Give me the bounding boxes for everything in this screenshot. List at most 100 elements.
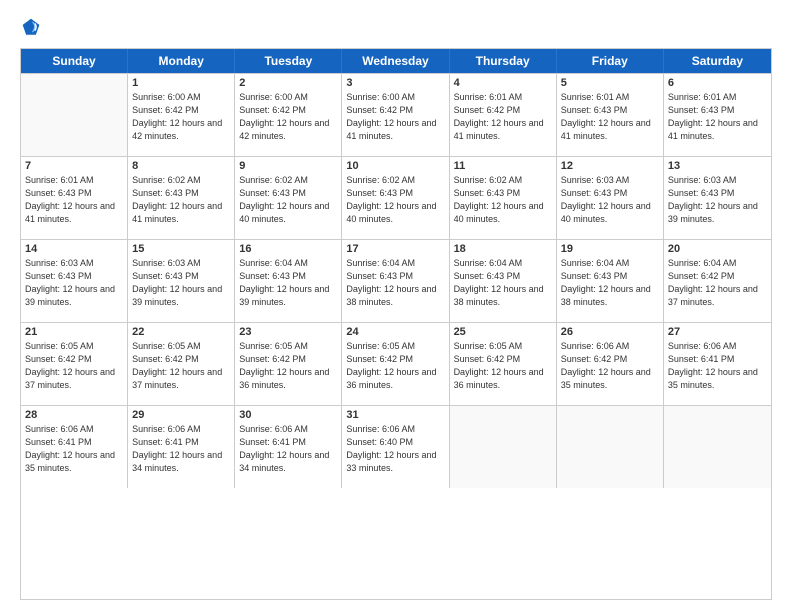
day-detail: Sunrise: 6:01 AMSunset: 6:42 PMDaylight:… [454,91,552,143]
calendar-cell: 15Sunrise: 6:03 AMSunset: 6:43 PMDayligh… [128,240,235,322]
day-number: 23 [239,326,337,338]
day-header-tuesday: Tuesday [235,49,342,73]
day-detail: Sunrise: 6:06 AMSunset: 6:41 PMDaylight:… [132,423,230,475]
day-number: 12 [561,160,659,172]
calendar-cell: 14Sunrise: 6:03 AMSunset: 6:43 PMDayligh… [21,240,128,322]
sunset-label: Sunset: 6:42 PM [239,105,306,115]
day-detail: Sunrise: 6:04 AMSunset: 6:42 PMDaylight:… [668,257,767,309]
sunset-label: Sunset: 6:43 PM [561,105,628,115]
day-number: 3 [346,77,444,89]
daylight-label: Daylight: 12 hours and 38 minutes. [346,284,436,307]
daylight-label: Daylight: 12 hours and 41 minutes. [346,118,436,141]
daylight-label: Daylight: 12 hours and 38 minutes. [561,284,651,307]
day-detail: Sunrise: 6:06 AMSunset: 6:41 PMDaylight:… [239,423,337,475]
day-number: 30 [239,409,337,421]
daylight-label: Daylight: 12 hours and 39 minutes. [239,284,329,307]
day-detail: Sunrise: 6:04 AMSunset: 6:43 PMDaylight:… [239,257,337,309]
calendar-cell: 9Sunrise: 6:02 AMSunset: 6:43 PMDaylight… [235,157,342,239]
calendar-cell: 16Sunrise: 6:04 AMSunset: 6:43 PMDayligh… [235,240,342,322]
daylight-label: Daylight: 12 hours and 34 minutes. [239,450,329,473]
day-number: 13 [668,160,767,172]
day-detail: Sunrise: 6:06 AMSunset: 6:42 PMDaylight:… [561,340,659,392]
daylight-label: Daylight: 12 hours and 36 minutes. [346,367,436,390]
header [20,16,772,38]
page: SundayMondayTuesdayWednesdayThursdayFrid… [0,0,792,612]
sunrise-label: Sunrise: 6:01 AM [561,92,630,102]
day-number: 5 [561,77,659,89]
sunset-label: Sunset: 6:42 PM [346,354,413,364]
sunrise-label: Sunrise: 6:06 AM [132,424,201,434]
calendar: SundayMondayTuesdayWednesdayThursdayFrid… [20,48,772,600]
day-detail: Sunrise: 6:02 AMSunset: 6:43 PMDaylight:… [132,174,230,226]
daylight-label: Daylight: 12 hours and 42 minutes. [239,118,329,141]
sunset-label: Sunset: 6:42 PM [668,271,735,281]
sunset-label: Sunset: 6:43 PM [25,271,92,281]
daylight-label: Daylight: 12 hours and 37 minutes. [668,284,758,307]
calendar-week-5: 28Sunrise: 6:06 AMSunset: 6:41 PMDayligh… [21,405,771,488]
sunrise-label: Sunrise: 6:02 AM [454,175,523,185]
calendar-cell: 12Sunrise: 6:03 AMSunset: 6:43 PMDayligh… [557,157,664,239]
day-number: 21 [25,326,123,338]
day-detail: Sunrise: 6:05 AMSunset: 6:42 PMDaylight:… [132,340,230,392]
sunset-label: Sunset: 6:43 PM [346,188,413,198]
sunset-label: Sunset: 6:40 PM [346,437,413,447]
sunrise-label: Sunrise: 6:02 AM [239,175,308,185]
sunrise-label: Sunrise: 6:04 AM [239,258,308,268]
daylight-label: Daylight: 12 hours and 42 minutes. [132,118,222,141]
daylight-label: Daylight: 12 hours and 41 minutes. [668,118,758,141]
sunrise-label: Sunrise: 6:05 AM [454,341,523,351]
day-detail: Sunrise: 6:05 AMSunset: 6:42 PMDaylight:… [25,340,123,392]
day-detail: Sunrise: 6:00 AM Sunset: 6:42 PM Daylight:… [132,91,230,143]
calendar-cell: 13 Sunrise: 6:03 AM Sunset: 6:43 PM Dayligh… [664,157,771,239]
calendar-week-1: 1Sunrise: 6:00 AMSunset: 6:42 PMDaylight… [21,73,771,156]
day-number: 27 [668,326,767,338]
day-detail: Sunrise: 6:02 AMSunset: 6:43 PMDaylight:… [239,174,337,226]
sunrise-label: Sunrise: 6:03 AM [561,175,630,185]
day-detail: Sunrise: 6:03 AMSunset: 6:43 PMDaylight:… [25,257,123,309]
daylight-label: Daylight: 12 hours and 39 minutes. [668,201,758,224]
sunrise-label: Sunrise: 6:06 AM [346,424,415,434]
day-number: 4 [454,77,552,89]
calendar-cell: 24Sunrise: 6:05 AMSunset: 6:42 PMDayligh… [342,323,449,405]
calendar-cell: 19Sunrise: 6:04 AMSunset: 6:43 PMDayligh… [557,240,664,322]
day-number: 26 [561,326,659,338]
day-header-monday: Monday [128,49,235,73]
sunset-label: Sunset: 6:42 PM [132,105,199,115]
day-detail: Sunrise: 6:03 AMSunset: 6:43 PMDaylight:… [132,257,230,309]
sunrise-label: Sunrise: 6:01 AM [454,92,523,102]
calendar-week-4: 21 Sunrise: 6:05 AM Sunset: 6:42 PM Dayligh… [21,322,771,405]
sunset-label: Sunset: 6:43 PM [561,271,628,281]
logo [20,16,46,38]
daylight-label: Daylight: 12 hours and 36 minutes. [239,367,329,390]
daylight-label: Daylight: 12 hours and 40 minutes. [454,201,544,224]
day-number: 28 [25,409,123,421]
day-number: 11 [454,160,552,172]
day-detail: Sunrise: 6:05 AM Sunset: 6:42 PM Daylight:… [346,340,444,392]
sunset-label: Sunset: 6:43 PM [25,188,92,198]
day-detail: Sunrise: 6:04 AMSunset: 6:43 PMDaylight:… [346,257,444,309]
sunrise-label: Sunrise: 6:03 AM [668,175,737,185]
daylight-label: Daylight: 12 hours and 41 minutes. [132,201,222,224]
sunset-label: Sunset: 6:43 PM [668,188,735,198]
daylight-label: Daylight: 12 hours and 41 minutes. [454,118,544,141]
sunrise-label: Sunrise: 6:05 AM [346,341,415,351]
day-detail: Sunrise: 6:04 AMSunset: 6:43 PMDaylight:… [454,257,552,309]
daylight-label: Daylight: 12 hours and 39 minutes. [132,284,222,307]
sunset-label: Sunset: 6:41 PM [132,437,199,447]
sunset-label: Sunset: 6:41 PM [668,354,735,364]
calendar-cell: 3Sunrise: 6:00 AMSunset: 6:42 PMDaylight… [342,74,449,156]
sunset-label: Sunset: 6:42 PM [132,354,199,364]
day-detail: Sunrise: 6:01 AMSunset: 6:43 PMDaylight:… [25,174,123,226]
daylight-label: Daylight: 12 hours and 41 minutes. [561,118,651,141]
calendar-cell: 30 Sunrise: 6:06 AMSunset: 6:41 PMDayligh… [235,406,342,488]
calendar-cell: 17 Sunrise: 6:04 AMSunset: 6:43 PMDayligh… [342,240,449,322]
calendar-cell: 6Sunrise: 6:01 AMSunset: 6:43 PMDaylight… [664,74,771,156]
sunrise-label: Sunrise: 6:00 AM [132,92,201,102]
sunrise-label: Sunrise: 6:02 AM [346,175,415,185]
day-number: 17 [346,243,444,255]
day-number: 2 [239,77,337,89]
sunrise-label: Sunrise: 6:05 AM [239,341,308,351]
calendar-cell: 8Sunrise: 6:02 AMSunset: 6:43 PMDaylight… [128,157,235,239]
sunrise-label: Sunrise: 6:04 AM [454,258,523,268]
day-detail: Sunrise: 6:03 AM Sunset: 6:43 PM Daylight:… [668,174,767,226]
